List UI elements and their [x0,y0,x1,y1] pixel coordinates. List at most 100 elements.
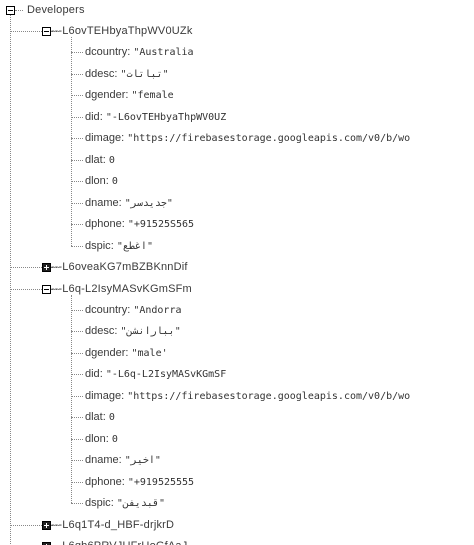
field-value: "Andorra [133,304,182,316]
field-value: "https://firebasestorage.googleapis.com/… [127,133,411,145]
tree-connector [71,95,83,97]
field-key: dlon [85,175,106,188]
expand-toggle[interactable] [42,520,51,530]
field-row-dspic[interactable]: dspic: "قبديفن" [85,494,165,512]
field-key: dspic [85,497,111,510]
tree-connector [71,374,83,376]
field-row-dgender[interactable]: dgender: "male' [85,344,168,362]
field-row-dcountry[interactable]: dcountry: "Australia [85,43,194,61]
field-value: "https://firebasestorage.googleapis.com/… [127,390,411,402]
field-row-dname[interactable]: dname: "جديدسر" [85,194,173,212]
tree-connector [71,460,83,462]
field-value: 0 [108,412,115,424]
tree-connector [11,524,42,526]
tree-node[interactable]: ---L6q1T4-d_HBF-drjkrD [51,516,174,534]
node-key: -L6q-L2IsyMASvKGmSFm [58,282,192,295]
field-value: 0 [111,176,118,188]
minus-bar [44,288,49,290]
field-key: dlon [85,432,106,445]
field-row-did[interactable]: did: "-L6ovTEHbyaThpWV0UZ [85,108,226,126]
plus-bar [46,522,47,528]
field-value: "-L6q-L2IsyMASvKGmSF [105,369,227,381]
tree-connector [71,417,83,419]
field-key: dcountry [85,46,128,59]
tree-connector [71,181,83,183]
field-row-dlat[interactable]: dlat: 0 [85,151,115,169]
tree-connector [11,288,42,290]
node-key: -L6oveaKG7mBZBKnnDif [58,261,188,274]
field-row-dlat[interactable]: dlat: 0 [85,408,115,426]
field-key: dlat [85,153,103,166]
field-row-dimage[interactable]: dimage: "https://firebasestorage.googlea… [85,129,410,147]
tree-connector [71,294,72,504]
tree-connector [71,116,83,118]
field-row-dlon[interactable]: dlon: 0 [85,172,118,190]
tree-connector [71,438,83,440]
field-row-dlon[interactable]: dlon: 0 [85,430,118,448]
field-value: "male' [131,347,168,359]
collapse-toggle[interactable] [42,27,51,36]
root-node[interactable]: Developers [27,1,85,19]
field-value: "قبديفن" [116,498,165,510]
field-row-dphone[interactable]: dphone: "+91525S565 [85,215,194,233]
tree-connector [11,267,42,269]
field-key: dgender [85,346,126,359]
tree-connector [71,159,83,161]
tree-node[interactable]: ---L6q-L2IsyMASvKGmSFm [51,280,192,298]
tree-connector [71,481,83,483]
field-row-did[interactable]: did: "-L6q-L2IsyMASvKGmSF [85,365,226,383]
expand-toggle[interactable] [42,263,51,273]
tree-connector [71,309,83,311]
field-row-dphone[interactable]: dphone: "+919525555 [85,473,194,491]
field-row-dname[interactable]: dname: "اخير" [85,451,161,469]
minus-bar [8,10,13,11]
field-key: dimage [85,132,122,145]
tree-connector [71,331,83,333]
node-key: -L6qb6PRVJUFrUoGfAaJ [58,540,187,545]
minus-bar [44,31,49,32]
field-key: did [85,110,100,123]
field-key: dname [85,196,119,209]
field-value: "female [131,90,174,102]
tree-connector [71,245,83,247]
field-value: 0 [108,154,115,166]
field-row-ddesc[interactable]: ddesc: "ببارانشن" [85,322,181,340]
field-row-ddesc[interactable]: ddesc: "تباتات" [85,65,169,83]
field-value: "جديدسر" [124,197,173,209]
field-row-dcountry[interactable]: dcountry: "Andorra [85,301,182,319]
tree-connector [71,73,83,75]
tree-node[interactable]: ---L6qb6PRVJUFrUoGfAaJ [51,537,187,545]
field-row-dgender[interactable]: dgender: "female [85,86,174,104]
field-value: "اغطع" [116,240,153,252]
tree-node[interactable]: ---L6oveaKG7mBZBKnnDif [51,258,188,276]
tree-connector [71,503,83,505]
field-value: "-L6ovTEHbyaThpWV0UZ [105,111,227,123]
tree-connector [71,202,83,204]
collapse-toggle-root[interactable] [6,6,15,15]
field-key: ddesc [85,67,115,80]
tree-connector [15,10,23,11]
field-value: "+91525S565 [127,219,195,231]
node-key: -L6ovTEHbyaThpWV0UZk [58,25,193,37]
firebase-data-tree: Developers ---L6ovTEHbyaThpWV0UZk dcountry… [0,0,474,545]
field-value: "اخير" [124,455,161,467]
field-key: dname [85,454,119,467]
field-key: did [85,368,100,381]
tree-connector [71,138,83,140]
field-key: dspic [85,239,111,252]
tree-connector [71,352,83,354]
plus-bar [46,265,47,271]
field-value: "+919525555 [127,476,195,488]
field-row-dspic[interactable]: dspic: "اغطع" [85,237,153,255]
collapse-toggle[interactable] [42,284,51,294]
field-value: "Australia [133,47,194,59]
field-key: dimage [85,389,122,402]
tree-node[interactable]: ---L6ovTEHbyaThpWV0UZk [51,22,193,40]
field-row-dimage[interactable]: dimage: "https://firebasestorage.googlea… [85,387,410,405]
node-key: -L6q1T4-d_HBF-drjkrD [58,518,175,531]
tree-connector [11,31,42,32]
tree-connector [71,224,83,226]
field-value: 0 [111,433,118,445]
tree-connector [71,395,83,397]
root-label: Developers [27,4,85,16]
